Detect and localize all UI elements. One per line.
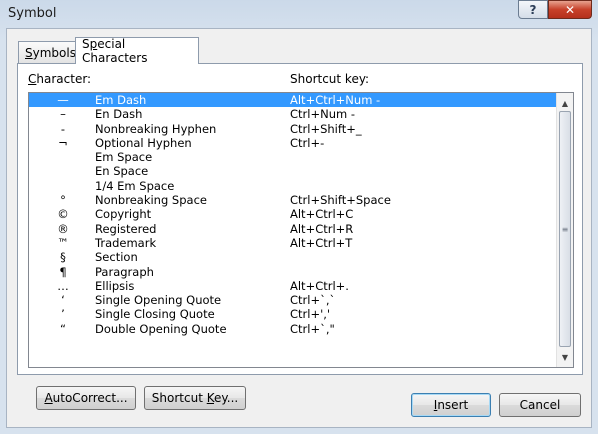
shortcut-cell: Alt+Ctrl+Num - xyxy=(290,93,381,107)
list-item[interactable]: — Em Dash Alt+Ctrl+Num - xyxy=(29,93,557,108)
button-label: AutoCorrect... xyxy=(44,391,128,405)
shortcut-cell: Ctrl+`," xyxy=(290,321,335,336)
shortcut-cell: Alt+Ctrl+T xyxy=(290,235,353,250)
insert-button[interactable]: Insert xyxy=(411,393,491,417)
character-cell: ° xyxy=(60,193,66,208)
name-cell: Em Dash xyxy=(95,93,147,107)
name-cell: En Space xyxy=(95,164,149,179)
name-cell: Double Opening Quote xyxy=(95,321,227,336)
shortcut-cell: Ctrl+- xyxy=(290,135,325,150)
symbol-dialog: Symbol ? ✕ Symbols Special Characters Ch… xyxy=(0,0,598,434)
name-cell: Single Opening Quote xyxy=(95,293,222,308)
autocorrect-button[interactable]: AutoCorrect... xyxy=(36,386,136,410)
button-label: Insert xyxy=(433,398,469,412)
tab-symbols[interactable]: Symbols xyxy=(18,41,76,63)
list-item[interactable]: ’ Single Closing Quote Ctrl+',' xyxy=(29,307,557,321)
shortcut-cell: Ctrl+Shift+Space xyxy=(290,193,391,208)
shortcut-cell: Alt+Ctrl+. xyxy=(290,278,349,293)
tab-label: Symbols xyxy=(25,45,76,60)
tab-label: Special Characters xyxy=(82,37,148,65)
list-item[interactable]: ‘ Single Opening Quote Ctrl+`,` xyxy=(29,293,557,307)
grip-icon: ≡ xyxy=(561,224,569,234)
list-item[interactable]: - Nonbreaking Hyphen Ctrl+Shift+_ xyxy=(29,122,557,136)
name-cell: Ellipsis xyxy=(95,278,135,293)
list-item[interactable]: ® Registered Alt+Ctrl+R xyxy=(29,222,557,236)
name-cell: Paragraph xyxy=(95,264,154,279)
name-cell: Nonbreaking Hyphen xyxy=(95,121,217,136)
scroll-up-icon[interactable]: ▲ xyxy=(557,95,573,111)
character-cell: “ xyxy=(60,321,66,336)
character-cell: ‘ xyxy=(61,293,65,308)
vertical-scrollbar[interactable]: ▲ ≡ ▼ xyxy=(556,93,573,367)
list-item[interactable]: – En Dash Ctrl+Num - xyxy=(29,107,557,121)
character-cell: § xyxy=(60,250,66,265)
shortcut-cell: Ctrl+Shift+_ xyxy=(290,121,362,136)
list-item[interactable]: § Section xyxy=(29,250,557,264)
shortcut-cell: Ctrl+',' xyxy=(290,307,331,322)
character-cell: ’ xyxy=(61,307,65,322)
close-button[interactable]: ✕ xyxy=(548,0,592,19)
button-label: Shortcut Key... xyxy=(151,391,239,405)
character-cell: … xyxy=(57,278,69,293)
list-item[interactable]: 1/4 Em Space xyxy=(29,179,557,193)
character-cell: ™ xyxy=(57,235,69,250)
name-cell: Single Closing Quote xyxy=(95,307,215,322)
character-cell: ¶ xyxy=(59,264,67,279)
tab-special-characters[interactable]: Special Characters xyxy=(75,37,199,65)
name-cell: Section xyxy=(95,250,138,265)
cancel-button[interactable]: Cancel xyxy=(499,393,581,417)
scroll-thumb[interactable]: ≡ xyxy=(559,111,571,347)
name-cell: En Dash xyxy=(95,107,143,122)
close-icon: ✕ xyxy=(564,2,576,17)
shortcut-cell: Alt+Ctrl+C xyxy=(290,207,354,222)
name-cell: 1/4 Em Space xyxy=(95,178,175,193)
help-icon: ? xyxy=(529,2,537,17)
name-cell: Nonbreaking Space xyxy=(95,193,207,208)
shortcut-key-button[interactable]: Shortcut Key... xyxy=(144,386,246,410)
list-item[interactable]: ¬ Optional Hyphen Ctrl+- xyxy=(29,136,557,150)
list-item[interactable]: “ Double Opening Quote Ctrl+`," xyxy=(29,322,557,336)
character-cell: ® xyxy=(57,221,69,236)
shortcut-cell: Alt+Ctrl+R xyxy=(290,221,354,236)
help-button[interactable]: ? xyxy=(518,0,548,19)
name-cell: Trademark xyxy=(95,235,157,250)
character-cell: — xyxy=(57,93,69,107)
title-bar[interactable]: Symbol ? ✕ xyxy=(0,0,598,28)
name-cell: Registered xyxy=(95,221,157,236)
name-cell: Copyright xyxy=(95,207,152,222)
list-item[interactable]: ™ Trademark Alt+Ctrl+T xyxy=(29,236,557,250)
character-column-header: Character: xyxy=(28,72,92,86)
window-title: Symbol xyxy=(8,6,57,21)
name-cell: Em Space xyxy=(95,150,153,165)
list-item[interactable]: © Copyright Alt+Ctrl+C xyxy=(29,207,557,221)
list-item[interactable]: ° Nonbreaking Space Ctrl+Shift+Space xyxy=(29,193,557,207)
character-cell: © xyxy=(57,207,69,222)
character-cell: - xyxy=(60,121,66,136)
character-cell: – xyxy=(60,107,66,122)
list-item[interactable]: ¶ Paragraph xyxy=(29,265,557,279)
shortcut-key-column-header: Shortcut key: xyxy=(290,72,370,86)
special-characters-panel: Character: Shortcut key: — Em Dash Alt+Ctr… xyxy=(17,63,583,410)
shortcut-cell: Ctrl+`,` xyxy=(290,293,336,308)
list-item[interactable]: … Ellipsis Alt+Ctrl+. xyxy=(29,279,557,293)
shortcut-cell: Ctrl+Num - xyxy=(290,107,355,122)
name-cell: Optional Hyphen xyxy=(95,135,192,150)
scroll-down-icon[interactable]: ▼ xyxy=(557,349,573,365)
special-characters-list[interactable]: — Em Dash Alt+Ctrl+Num - – En Dash Ctrl+Num -… xyxy=(28,92,574,368)
character-cell: ¬ xyxy=(58,135,68,150)
dialog-client: Symbols Special Characters Character: Sh… xyxy=(6,28,592,428)
list-item[interactable]: En Space xyxy=(29,164,557,178)
list-item[interactable]: Em Space xyxy=(29,150,557,164)
